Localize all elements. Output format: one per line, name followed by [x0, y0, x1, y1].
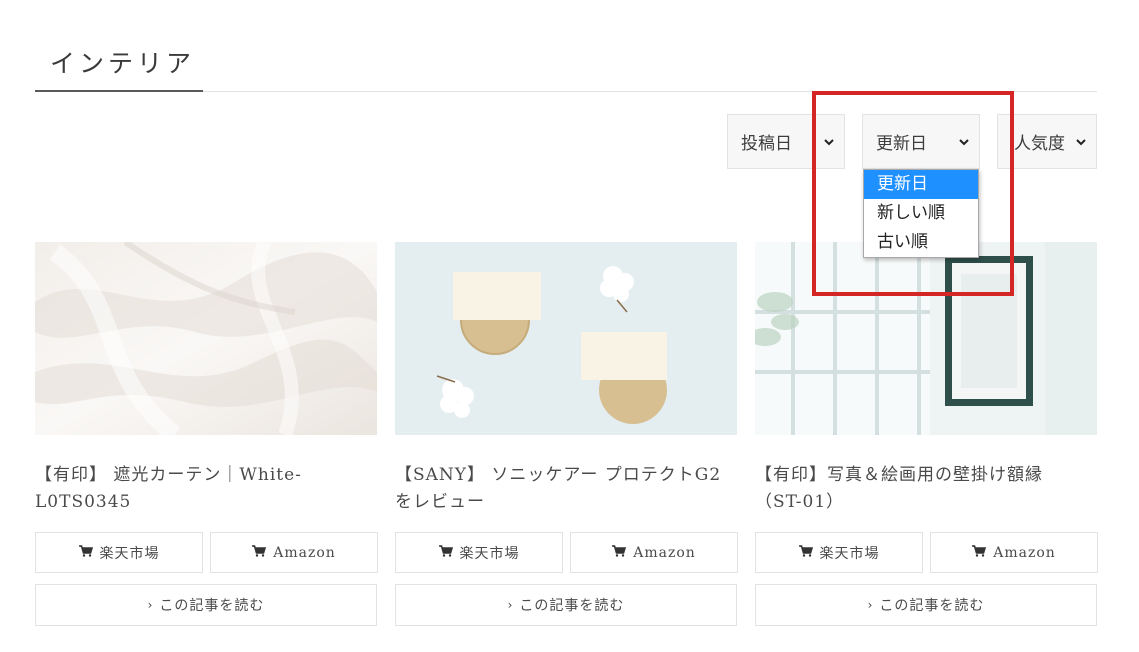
article-title-line: 【SANY】 ソニッケアー プロテクトG2 [395, 465, 722, 485]
article-card: 【有印】 遮光カーテン｜White- L0TS0345 楽天市場 Amazon … [35, 242, 378, 626]
title-underline [35, 90, 203, 92]
read-article-label: この記事を読む [519, 598, 625, 614]
amazon-button-label: Amazon [273, 544, 336, 561]
sort-dropdown-list: 更新日 新しい順 古い順 [863, 169, 979, 258]
sort-select-updated-label: 更新日 [876, 134, 927, 154]
article-thumbnail-curtain[interactable] [35, 242, 377, 435]
read-article-label: この記事を読む [159, 598, 265, 614]
article-title[interactable]: 【有印】 遮光カーテン｜White- L0TS0345 [35, 462, 377, 516]
chevron-right-icon: › [507, 598, 514, 612]
article-card: 【有印】写真＆絵画用の壁掛け額縁 （ST-01） 楽天市場 Amazon › こ… [755, 242, 1098, 626]
chevron-down-icon [1072, 135, 1090, 149]
cart-icon [972, 544, 987, 561]
sort-select-posted[interactable]: 投稿日 [727, 114, 845, 169]
rakuten-button[interactable]: 楽天市場 [35, 532, 203, 573]
page-title: インテリア [50, 49, 196, 78]
article-title-line: （ST-01） [755, 492, 845, 512]
chevron-down-icon [955, 135, 973, 149]
sort-select-popularity-label: 人気度 [1014, 134, 1065, 154]
article-thumbnail-frame[interactable] [755, 242, 1097, 435]
read-article-button[interactable]: › この記事を読む [35, 584, 377, 626]
select-divider [814, 115, 815, 168]
amazon-button[interactable]: Amazon [210, 532, 378, 573]
cart-icon [78, 544, 93, 561]
cart-icon [798, 544, 813, 561]
article-title-line: 【有印】写真＆絵画用の壁掛け額縁 [755, 465, 1043, 485]
article-thumbnail-coasters[interactable] [395, 242, 737, 435]
chevron-down-icon [820, 135, 838, 149]
chevron-right-icon: › [867, 598, 874, 612]
sort-select-updated[interactable]: 更新日 [862, 114, 980, 169]
article-title[interactable]: 【有印】写真＆絵画用の壁掛け額縁 （ST-01） [755, 462, 1097, 516]
rakuten-button-label: 楽天市場 [459, 545, 520, 562]
article-title-line: L0TS0345 [35, 492, 132, 512]
dropdown-option-newest[interactable]: 新しい順 [864, 199, 978, 228]
article-title[interactable]: 【SANY】 ソニッケアー プロテクトG2 をレビュー [395, 462, 737, 516]
amazon-button-label: Amazon [993, 544, 1056, 561]
article-title-line: をレビュー [395, 492, 485, 512]
rakuten-button-label: 楽天市場 [819, 545, 880, 562]
cart-icon [612, 544, 627, 561]
read-article-button[interactable]: › この記事を読む [395, 584, 737, 626]
read-article-label: この記事を読む [879, 598, 985, 614]
read-article-button[interactable]: › この記事を読む [755, 584, 1097, 626]
dropdown-option-updated[interactable]: 更新日 [864, 170, 978, 199]
rakuten-button-label: 楽天市場 [99, 545, 160, 562]
article-title-line: 【有印】 遮光カーテン｜White- [35, 465, 302, 485]
cart-icon [252, 544, 267, 561]
amazon-button-label: Amazon [633, 544, 696, 561]
sort-select-popularity[interactable]: 人気度 [997, 114, 1097, 169]
cart-icon [438, 544, 453, 561]
chevron-right-icon: › [147, 598, 154, 612]
dropdown-option-oldest[interactable]: 古い順 [864, 228, 978, 257]
rakuten-button[interactable]: 楽天市場 [395, 532, 563, 573]
rakuten-button[interactable]: 楽天市場 [755, 532, 923, 573]
sort-select-posted-label: 投稿日 [741, 134, 792, 154]
amazon-button[interactable]: Amazon [570, 532, 738, 573]
amazon-button[interactable]: Amazon [930, 532, 1098, 573]
article-card: 【SANY】 ソニッケアー プロテクトG2 をレビュー 楽天市場 Amazon … [395, 242, 738, 626]
